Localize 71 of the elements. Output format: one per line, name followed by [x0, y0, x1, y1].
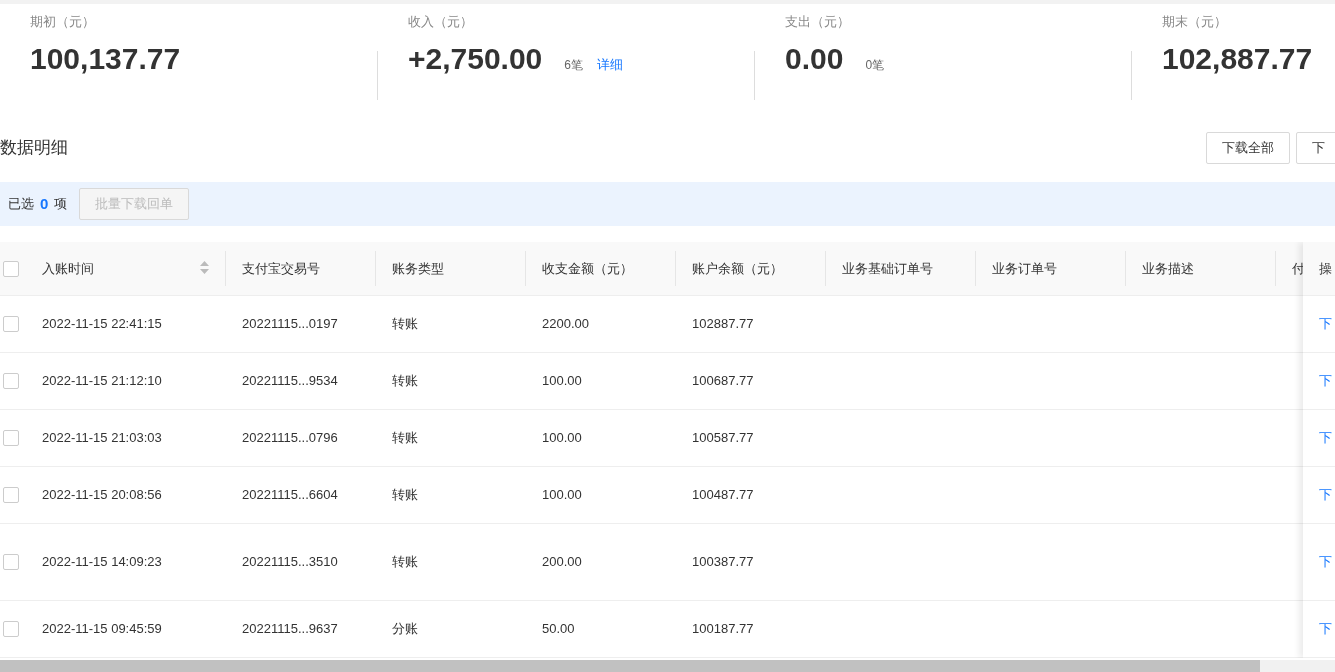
table-cell: 100187.77 [692, 621, 754, 637]
download-button[interactable]: 下 [1296, 132, 1335, 164]
checkbox[interactable] [3, 430, 19, 446]
transaction-count: 0笔 [865, 56, 885, 74]
checkbox[interactable] [3, 487, 19, 503]
column-header[interactable]: 业务基础订单号 [842, 260, 933, 276]
table-cell: 转账 [392, 316, 418, 332]
table-cell: 100687.77 [692, 373, 754, 389]
download-link[interactable]: 下 [1319, 552, 1332, 572]
column-header[interactable]: 支付宝交易号 [242, 260, 320, 276]
download-link[interactable]: 下 [1319, 371, 1332, 391]
table-cell: 200.00 [542, 554, 582, 570]
table-cell: 分账 [392, 621, 418, 637]
table-cell: 102887.77 [692, 316, 754, 332]
table-cell: 20221115...6604 [242, 487, 338, 503]
column-header[interactable]: 收支金额（元） [542, 260, 633, 276]
download-link[interactable]: 下 [1319, 619, 1332, 639]
selected-count: 0 [40, 193, 49, 214]
checkbox[interactable] [3, 554, 19, 570]
table-cell: 20221115...0796 [242, 430, 338, 446]
column-header[interactable]: 付 [1292, 260, 1305, 276]
checkbox[interactable] [3, 260, 19, 277]
column-header[interactable]: 账务类型 [392, 260, 444, 276]
stat-value: +2,750.00 [408, 40, 543, 77]
table-cell: 2022-11-15 21:03:03 [42, 430, 162, 446]
details-link[interactable]: 详细 [597, 54, 623, 74]
table-cell: 20221115...3510 [242, 554, 338, 570]
download-link[interactable]: 下 [1319, 485, 1332, 505]
stat-label: 期初（元） [30, 13, 95, 31]
column-header[interactable]: 入账时间 [42, 260, 94, 276]
table-cell: 20221115...9534 [242, 373, 338, 389]
table-cell: 100.00 [542, 430, 582, 446]
column-header: 操 [1319, 259, 1332, 278]
table-cell: 转账 [392, 373, 418, 389]
table-cell: 2022-11-15 22:41:15 [42, 316, 162, 332]
table-cell: 20221115...9637 [242, 621, 338, 637]
table-cell: 100587.77 [692, 430, 754, 446]
table-cell: 2022-11-15 14:09:23 [42, 554, 162, 570]
download-link[interactable]: 下 [1319, 314, 1332, 334]
table-cell: 转账 [392, 487, 418, 503]
checkbox[interactable] [3, 373, 19, 389]
table-cell: 2022-11-15 21:12:10 [42, 373, 162, 389]
table-cell: 转账 [392, 554, 418, 570]
table-cell: 2022-11-15 20:08:56 [42, 487, 162, 503]
table-cell: 2200.00 [542, 316, 589, 332]
stat-value: 100,137.77 [30, 40, 181, 77]
sort-icon[interactable] [200, 260, 209, 274]
checkbox[interactable] [3, 621, 19, 637]
table-cell: 100.00 [542, 487, 582, 503]
table-cell: 2022-11-15 09:45:59 [42, 621, 162, 637]
column-header[interactable]: 业务订单号 [992, 260, 1057, 276]
selection-label: 项 [54, 195, 68, 214]
table-cell: 转账 [392, 430, 418, 446]
table-cell: 100387.77 [692, 554, 754, 570]
table-cell: 20221115...0197 [242, 316, 338, 332]
stat-value: 0.00 [785, 40, 844, 77]
transaction-count: 6笔 [564, 56, 583, 74]
table-cell: 100487.77 [692, 487, 754, 503]
section-title: 数据明细 [0, 137, 68, 160]
download-button[interactable]: 下载全部 [1205, 132, 1290, 164]
stat-label: 期末（元） [1162, 13, 1227, 31]
stat-label: 收入（元） [408, 13, 473, 31]
table-cell: 100.00 [542, 373, 582, 389]
column-header[interactable]: 业务描述 [1142, 260, 1194, 276]
checkbox[interactable] [3, 316, 19, 332]
column-header[interactable]: 账户余额（元） [692, 260, 783, 276]
download-link[interactable]: 下 [1319, 428, 1332, 448]
selection-label: 已选 [8, 195, 34, 214]
table-cell: 50.00 [542, 621, 575, 637]
stat-label: 支出（元） [785, 13, 850, 31]
stat-value: 102,887.77 [1162, 40, 1313, 77]
